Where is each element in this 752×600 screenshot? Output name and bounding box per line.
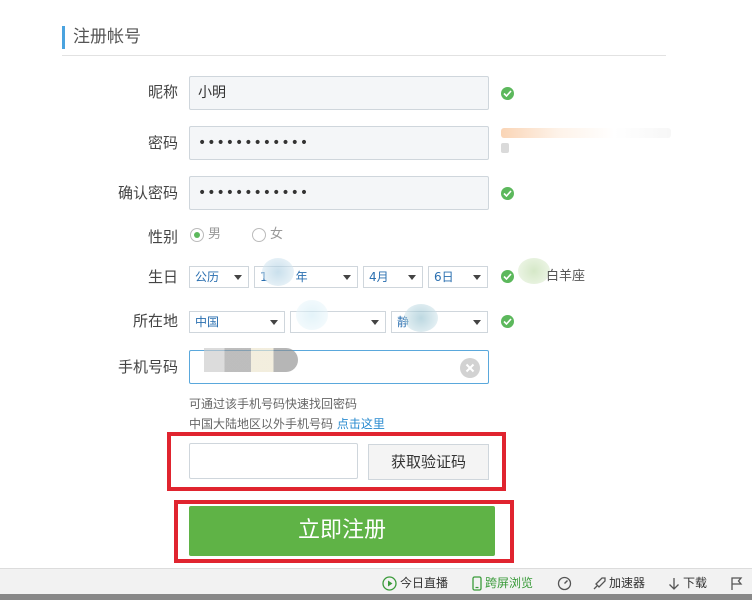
phone-recovery-hint: 可通过该手机号码快速找回密码 bbox=[189, 397, 358, 411]
confirm-password-label: 确认密码 bbox=[117, 184, 178, 202]
register-button[interactable]: 立即注册 bbox=[189, 506, 495, 556]
confirm-password-valid-check-icon bbox=[501, 187, 514, 200]
password-hint-fragment bbox=[501, 143, 509, 153]
clear-input-icon[interactable] bbox=[460, 358, 480, 378]
chevron-down-icon bbox=[234, 275, 242, 280]
flag-icon bbox=[731, 576, 743, 590]
calendar-type-value: 公历 bbox=[195, 270, 220, 284]
download-arrow-icon bbox=[669, 577, 679, 590]
get-verification-code-button[interactable]: 获取验证码 bbox=[368, 444, 489, 480]
play-circle-icon bbox=[382, 576, 397, 591]
location-label: 所在地 bbox=[132, 312, 178, 330]
chevron-down-icon bbox=[270, 320, 278, 325]
nickname-input[interactable]: 小明 bbox=[189, 76, 489, 110]
phone-icon bbox=[472, 576, 482, 591]
speedometer-icon bbox=[557, 576, 572, 591]
gender-male-label: 男 bbox=[208, 227, 222, 242]
redacted-blur bbox=[296, 300, 328, 330]
country-value: 中国 bbox=[195, 315, 220, 329]
verification-code-input[interactable] bbox=[189, 443, 358, 479]
title-accent-bar bbox=[62, 26, 65, 49]
phone-label: 手机号码 bbox=[117, 358, 178, 376]
chevron-down-icon bbox=[371, 320, 379, 325]
rocket-icon bbox=[593, 576, 606, 589]
cross-screen-label: 跨屏浏览 bbox=[485, 576, 534, 590]
section-header: 注册帐号 bbox=[62, 24, 666, 56]
chevron-down-icon bbox=[473, 320, 481, 325]
password-strength-indicator bbox=[501, 128, 671, 138]
country-select[interactable]: 中国 bbox=[189, 311, 285, 333]
birth-day-select[interactable]: 6日 bbox=[428, 266, 488, 288]
gender-female-radio[interactable] bbox=[252, 228, 266, 242]
page-title: 注册帐号 bbox=[73, 27, 141, 47]
calendar-type-select[interactable]: 公历 bbox=[189, 266, 249, 288]
foreign-phone-hint: 中国大陆地区以外手机号码 点击这里 bbox=[189, 415, 385, 433]
chevron-down-icon bbox=[343, 275, 351, 280]
birth-year-suffix: 年 bbox=[295, 270, 308, 284]
birth-month-select[interactable]: 4月 bbox=[363, 266, 423, 288]
chevron-down-icon bbox=[473, 275, 481, 280]
live-label: 今日直播 bbox=[400, 576, 449, 590]
window-bottom-edge bbox=[0, 594, 752, 600]
gender-male-radio[interactable] bbox=[190, 228, 204, 242]
birthday-valid-check-icon bbox=[501, 270, 514, 283]
foreign-phone-hint-text: 中国大陆地区以外手机号码 bbox=[189, 417, 334, 431]
redacted-phone-number bbox=[204, 348, 298, 372]
nickname-label: 昵称 bbox=[147, 83, 178, 101]
birth-month-value: 4月 bbox=[369, 270, 389, 284]
download-label: 下载 bbox=[683, 576, 708, 590]
nickname-valid-check-icon bbox=[501, 87, 514, 100]
birthday-label: 生日 bbox=[147, 268, 178, 286]
redacted-blur bbox=[262, 258, 294, 286]
zodiac-sign: 白羊座 bbox=[546, 269, 586, 284]
accelerator-label: 加速器 bbox=[609, 576, 646, 590]
redacted-blur bbox=[404, 304, 438, 332]
location-valid-check-icon bbox=[501, 315, 514, 328]
chevron-down-icon bbox=[408, 275, 416, 280]
birth-day-value: 6日 bbox=[434, 270, 454, 284]
password-label: 密码 bbox=[147, 134, 178, 152]
gender-label: 性别 bbox=[147, 228, 178, 246]
gender-female-label: 女 bbox=[270, 227, 284, 242]
confirm-password-input[interactable]: •••••••••••• bbox=[189, 176, 489, 210]
foreign-phone-link[interactable]: 点击这里 bbox=[337, 417, 385, 431]
password-input[interactable]: •••••••••••• bbox=[189, 126, 489, 160]
